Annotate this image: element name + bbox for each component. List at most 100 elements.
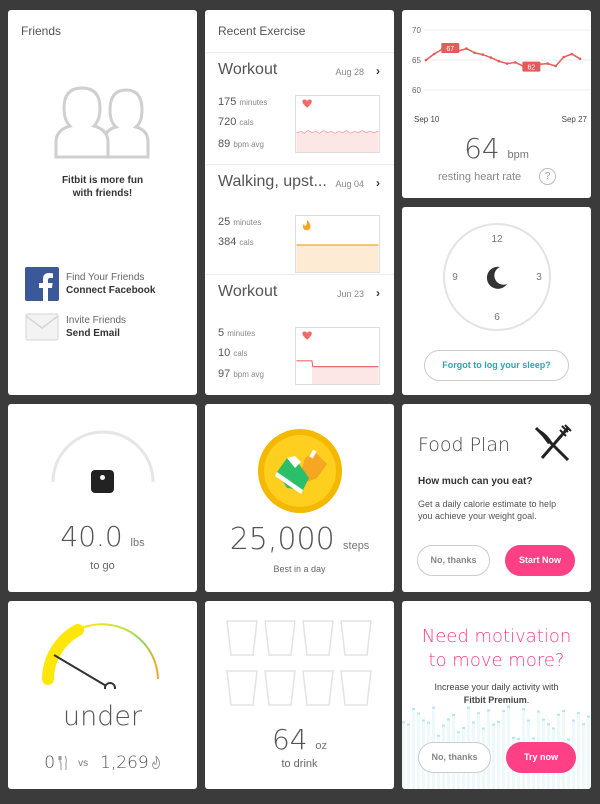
activity-bar-cap xyxy=(457,731,460,734)
y-tick-label: 70 xyxy=(412,26,421,35)
no-thanks-button[interactable]: No, thanks xyxy=(417,545,490,576)
exercise-stat: 97 bpm avg xyxy=(218,368,264,380)
recent-exercise-card: Recent Exercise Workout Aug 28 › 175 min… xyxy=(205,10,394,395)
exercise-item[interactable]: Workout Jun 23 › 5 minutes 10 cals 97 bp… xyxy=(205,274,394,395)
friends-message: Fitbit is more fun with friends! xyxy=(61,175,144,199)
heart-rate-point xyxy=(505,62,509,65)
activity-bar-cap xyxy=(417,712,420,715)
activity-bar-cap xyxy=(447,718,450,721)
weight-goal-card[interactable]: 40.0 lbs to go xyxy=(8,404,197,592)
steps-value: 25,000 steps xyxy=(229,522,370,557)
activity-bar xyxy=(402,721,405,789)
sleep-card: 12 3 6 9 Forgot to log your sleep? xyxy=(402,207,591,395)
exercise-heart-graph xyxy=(295,327,380,385)
exercise-stat: 720 cals xyxy=(218,116,254,128)
activity-bar-cap xyxy=(572,719,575,722)
start-now-button[interactable]: Start Now xyxy=(505,545,575,576)
heart-icon xyxy=(302,99,312,108)
exercise-item[interactable]: Walking, upst... Aug 04 › 25 minutes 384… xyxy=(205,164,394,274)
friends-title: Friends xyxy=(21,24,62,38)
heart-rate-point xyxy=(570,52,574,56)
activity-bar-cap xyxy=(577,712,580,715)
exercise-title: Recent Exercise xyxy=(218,24,306,38)
food-question: How much can you eat? xyxy=(418,476,533,487)
chevron-right-icon: › xyxy=(376,176,380,190)
activity-bar xyxy=(407,723,410,789)
heart-rate-value: 64 bpm xyxy=(464,132,529,165)
weight-label: to go xyxy=(90,560,115,572)
heart-rate-point xyxy=(432,52,436,56)
steps-label: Best in a day xyxy=(273,564,326,574)
activity-bar-cap xyxy=(402,721,405,724)
activity-bar-cap xyxy=(487,709,490,712)
activity-bar-cap xyxy=(427,721,430,724)
fork-knife-icon xyxy=(534,424,572,462)
calorie-gauge xyxy=(42,623,159,689)
exercise-item[interactable]: Workout Aug 28 › 175 minutes 720 cals 89… xyxy=(205,52,394,164)
activity-bar xyxy=(412,708,415,789)
scale-icon xyxy=(91,470,114,493)
heart-rate-extreme-label: 67 xyxy=(446,46,454,53)
activity-bar-cap xyxy=(557,713,560,716)
friends-avatar-icon xyxy=(54,86,150,159)
exercise-heart-graph xyxy=(295,95,380,153)
heart-rate-point xyxy=(497,59,501,63)
water-value: 64 oz xyxy=(271,723,328,756)
activity-bar-cap xyxy=(502,710,505,713)
activity-bar xyxy=(497,721,500,789)
activity-bar-cap xyxy=(522,708,525,711)
activity-bar-cap xyxy=(552,727,555,730)
forgot-sleep-button[interactable]: Forgot to log your sleep? xyxy=(424,350,569,381)
calories-card[interactable]: under 0 vs 1,269 xyxy=(8,601,197,789)
clock-numeral: 9 xyxy=(452,272,458,283)
heart-rate-point xyxy=(473,51,476,55)
y-tick-label: 65 xyxy=(412,56,421,65)
heart-rate-extreme-label: 62 xyxy=(527,65,535,72)
activity-bar-cap xyxy=(407,723,410,726)
exercise-stat: 175 minutes xyxy=(218,96,268,108)
activity-bar xyxy=(502,710,505,789)
calories-eaten: 0 xyxy=(44,753,56,773)
help-icon[interactable]: ? xyxy=(539,168,556,185)
envelope-icon xyxy=(25,313,59,341)
heart-rate-point xyxy=(513,61,517,64)
activity-bar-cap xyxy=(542,718,545,721)
x-tick-label: Sep 10 xyxy=(414,115,440,124)
resting-heart-rate-card[interactable]: 70 65 60 67 62 Sep 10 Sep 27 64 bpm resting he… xyxy=(402,10,591,198)
connect-facebook-link[interactable]: Find Your Friends Connect Facebook xyxy=(25,267,155,301)
heart-rate-point xyxy=(578,57,582,61)
activity-bar-cap xyxy=(517,737,520,740)
no-thanks-button[interactable]: No, thanks xyxy=(418,742,491,773)
try-now-button[interactable]: Try now xyxy=(506,742,576,773)
activity-bar-cap xyxy=(567,738,570,741)
weight-value: 40.0 lbs xyxy=(60,520,145,553)
activity-bar xyxy=(587,715,590,789)
calorie-summary: 0 vs 1,269 xyxy=(8,753,197,773)
activity-bar-cap xyxy=(512,736,515,739)
exercise-date: Aug 04 xyxy=(335,179,364,189)
activity-bar-cap xyxy=(437,734,440,737)
water-label: to drink xyxy=(281,758,318,770)
x-tick-label: Sep 27 xyxy=(562,115,588,124)
calories-burned: 1,269 xyxy=(100,753,149,773)
food-plan-card: Food Plan How much can you eat? Get a da… xyxy=(402,404,591,592)
activity-bar-cap xyxy=(452,713,455,716)
heart-rate-point xyxy=(546,62,549,65)
heart-rate-point xyxy=(465,47,468,50)
exercise-stat: 89 bpm avg xyxy=(218,138,264,150)
water-card[interactable]: 64 oz to drink xyxy=(205,601,394,789)
activity-bar-cap xyxy=(537,710,540,713)
motivation-description: Increase your daily activity with Fitbit… xyxy=(434,682,559,705)
heart-rate-point xyxy=(481,53,485,56)
exercise-stat: 384 cals xyxy=(218,236,254,248)
exercise-date: Jun 23 xyxy=(336,289,364,299)
premium-motivation-card: Need motivation to move more? Increase yo… xyxy=(402,601,591,789)
activity-bar-cap xyxy=(422,719,425,722)
send-email-link[interactable]: Invite Friends Send Email xyxy=(25,312,126,342)
exercise-stat: 10 cals xyxy=(218,347,248,359)
activity-bar-cap xyxy=(477,712,480,715)
activity-bar-cap xyxy=(497,721,500,724)
steps-badge-card[interactable]: 25,000 steps Best in a day xyxy=(205,404,394,592)
clock-icon: 12 3 6 9 xyxy=(443,223,551,331)
clock-numeral: 3 xyxy=(536,272,542,283)
